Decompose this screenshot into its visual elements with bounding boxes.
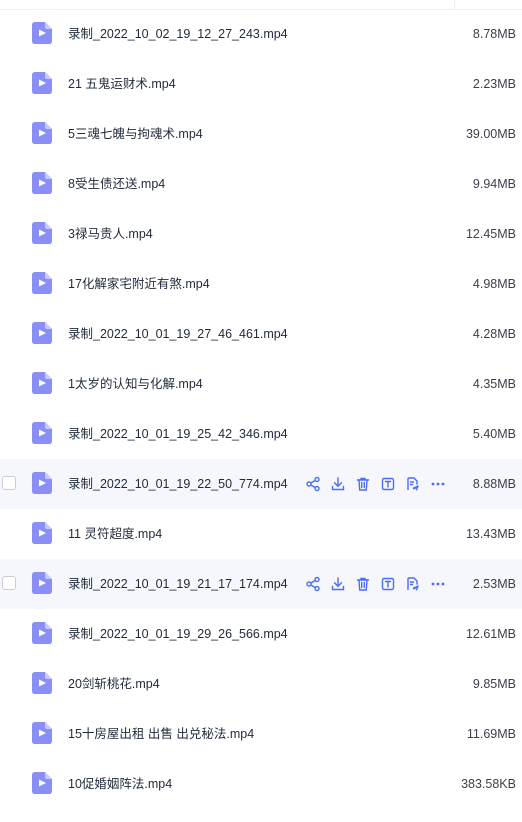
- copy-move-icon[interactable]: [404, 575, 422, 593]
- file-list: 录制_2022_10_02_19_12_27_243.mp4 8.78MB 21 五…: [0, 9, 522, 809]
- file-size: 8.88MB: [472, 477, 516, 491]
- file-name[interactable]: 3禄马贵人.mp4: [68, 226, 153, 242]
- file-size: 383.58KB: [461, 777, 516, 791]
- file-size: 8.78MB: [472, 27, 516, 41]
- file-size: 4.35MB: [472, 377, 516, 391]
- file-size: 12.45MB: [465, 227, 516, 241]
- file-row[interactable]: 21 五鬼运财术.mp4 2.23MB: [0, 59, 522, 109]
- file-name[interactable]: 11 灵符超度.mp4: [68, 526, 162, 542]
- file-name[interactable]: 1太岁的认知与化解.mp4: [68, 376, 203, 392]
- video-file-icon: [32, 272, 52, 294]
- file-row[interactable]: 11 灵符超度.mp4 13.43MB: [0, 509, 522, 559]
- file-name[interactable]: 录制_2022_10_01_19_21_17_174.mp4: [68, 576, 288, 592]
- video-file-icon: [32, 572, 52, 594]
- file-row[interactable]: 录制_2022_10_01_19_22_50_774.mp4 8.88MB: [0, 459, 522, 509]
- delete-icon[interactable]: [354, 575, 372, 593]
- file-size: 13.43MB: [465, 527, 516, 541]
- file-row[interactable]: 5三魂七魄与拘魂术.mp4 39.00MB: [0, 109, 522, 159]
- file-size: 4.28MB: [472, 327, 516, 341]
- video-file-icon: [32, 522, 52, 544]
- row-actions: [304, 575, 447, 593]
- video-file-icon: [32, 772, 52, 794]
- file-name[interactable]: 10促婚姻阵法.mp4: [68, 776, 172, 792]
- video-file-icon: [32, 172, 52, 194]
- file-size: 12.61MB: [465, 627, 516, 641]
- file-name[interactable]: 21 五鬼运财术.mp4: [68, 76, 176, 92]
- row-checkbox[interactable]: [2, 576, 16, 590]
- file-row[interactable]: 录制_2022_10_02_19_12_27_243.mp4 8.78MB: [0, 9, 522, 59]
- file-name[interactable]: 15十房屋出租 出售 出兑秘法.mp4: [68, 726, 254, 742]
- file-size: 9.94MB: [472, 177, 516, 191]
- video-file-icon: [32, 622, 52, 644]
- more-icon[interactable]: [429, 475, 447, 493]
- download-icon[interactable]: [329, 575, 347, 593]
- video-file-icon: [32, 22, 52, 44]
- file-name[interactable]: 录制_2022_10_01_19_27_46_461.mp4: [68, 326, 288, 342]
- video-file-icon: [32, 672, 52, 694]
- row-checkbox[interactable]: [2, 476, 16, 490]
- rename-icon[interactable]: [379, 575, 397, 593]
- file-name[interactable]: 20剑斩桃花.mp4: [68, 676, 160, 692]
- file-name[interactable]: 录制_2022_10_02_19_12_27_243.mp4: [68, 26, 288, 42]
- file-size: 2.53MB: [472, 577, 516, 591]
- video-file-icon: [32, 422, 52, 444]
- file-name[interactable]: 录制_2022_10_01_19_29_26_566.mp4: [68, 626, 288, 642]
- file-name[interactable]: 录制_2022_10_01_19_25_42_346.mp4: [68, 426, 288, 442]
- more-icon[interactable]: [429, 575, 447, 593]
- file-name[interactable]: 5三魂七魄与拘魂术.mp4: [68, 126, 203, 142]
- file-row[interactable]: 8受生债还送.mp4 9.94MB: [0, 159, 522, 209]
- file-name[interactable]: 录制_2022_10_01_19_22_50_774.mp4: [68, 476, 288, 492]
- file-size: 4.98MB: [472, 277, 516, 291]
- rename-icon[interactable]: [379, 475, 397, 493]
- file-size: 2.23MB: [472, 77, 516, 91]
- file-row[interactable]: 17化解家宅附近有煞.mp4 4.98MB: [0, 259, 522, 309]
- video-file-icon: [32, 472, 52, 494]
- share-icon[interactable]: [304, 475, 322, 493]
- video-file-icon: [32, 322, 52, 344]
- video-file-icon: [32, 222, 52, 244]
- file-size: 9.85MB: [472, 677, 516, 691]
- file-row[interactable]: 录制_2022_10_01_19_25_42_346.mp4 5.40MB: [0, 409, 522, 459]
- file-row[interactable]: 3禄马贵人.mp4 12.45MB: [0, 209, 522, 259]
- file-row[interactable]: 录制_2022_10_01_19_27_46_461.mp4 4.28MB: [0, 309, 522, 359]
- file-row[interactable]: 1太岁的认知与化解.mp4 4.35MB: [0, 359, 522, 409]
- video-file-icon: [32, 722, 52, 744]
- file-row[interactable]: 录制_2022_10_01_19_21_17_174.mp4 2.53MB: [0, 559, 522, 609]
- file-row[interactable]: 录制_2022_10_01_19_29_26_566.mp4 12.61MB: [0, 609, 522, 659]
- delete-icon[interactable]: [354, 475, 372, 493]
- video-file-icon: [32, 372, 52, 394]
- file-row[interactable]: 10促婚姻阵法.mp4 383.58KB: [0, 759, 522, 809]
- download-icon[interactable]: [329, 475, 347, 493]
- file-size: 5.40MB: [472, 427, 516, 441]
- file-size: 11.69MB: [466, 727, 516, 741]
- file-size: 39.00MB: [465, 127, 516, 141]
- video-file-icon: [32, 72, 52, 94]
- file-name[interactable]: 8受生债还送.mp4: [68, 176, 165, 192]
- share-icon[interactable]: [304, 575, 322, 593]
- file-row[interactable]: 20剑斩桃花.mp4 9.85MB: [0, 659, 522, 709]
- file-name[interactable]: 17化解家宅附近有煞.mp4: [68, 276, 210, 292]
- row-actions: [304, 475, 447, 493]
- file-row[interactable]: 15十房屋出租 出售 出兑秘法.mp4 11.69MB: [0, 709, 522, 759]
- video-file-icon: [32, 122, 52, 144]
- copy-move-icon[interactable]: [404, 475, 422, 493]
